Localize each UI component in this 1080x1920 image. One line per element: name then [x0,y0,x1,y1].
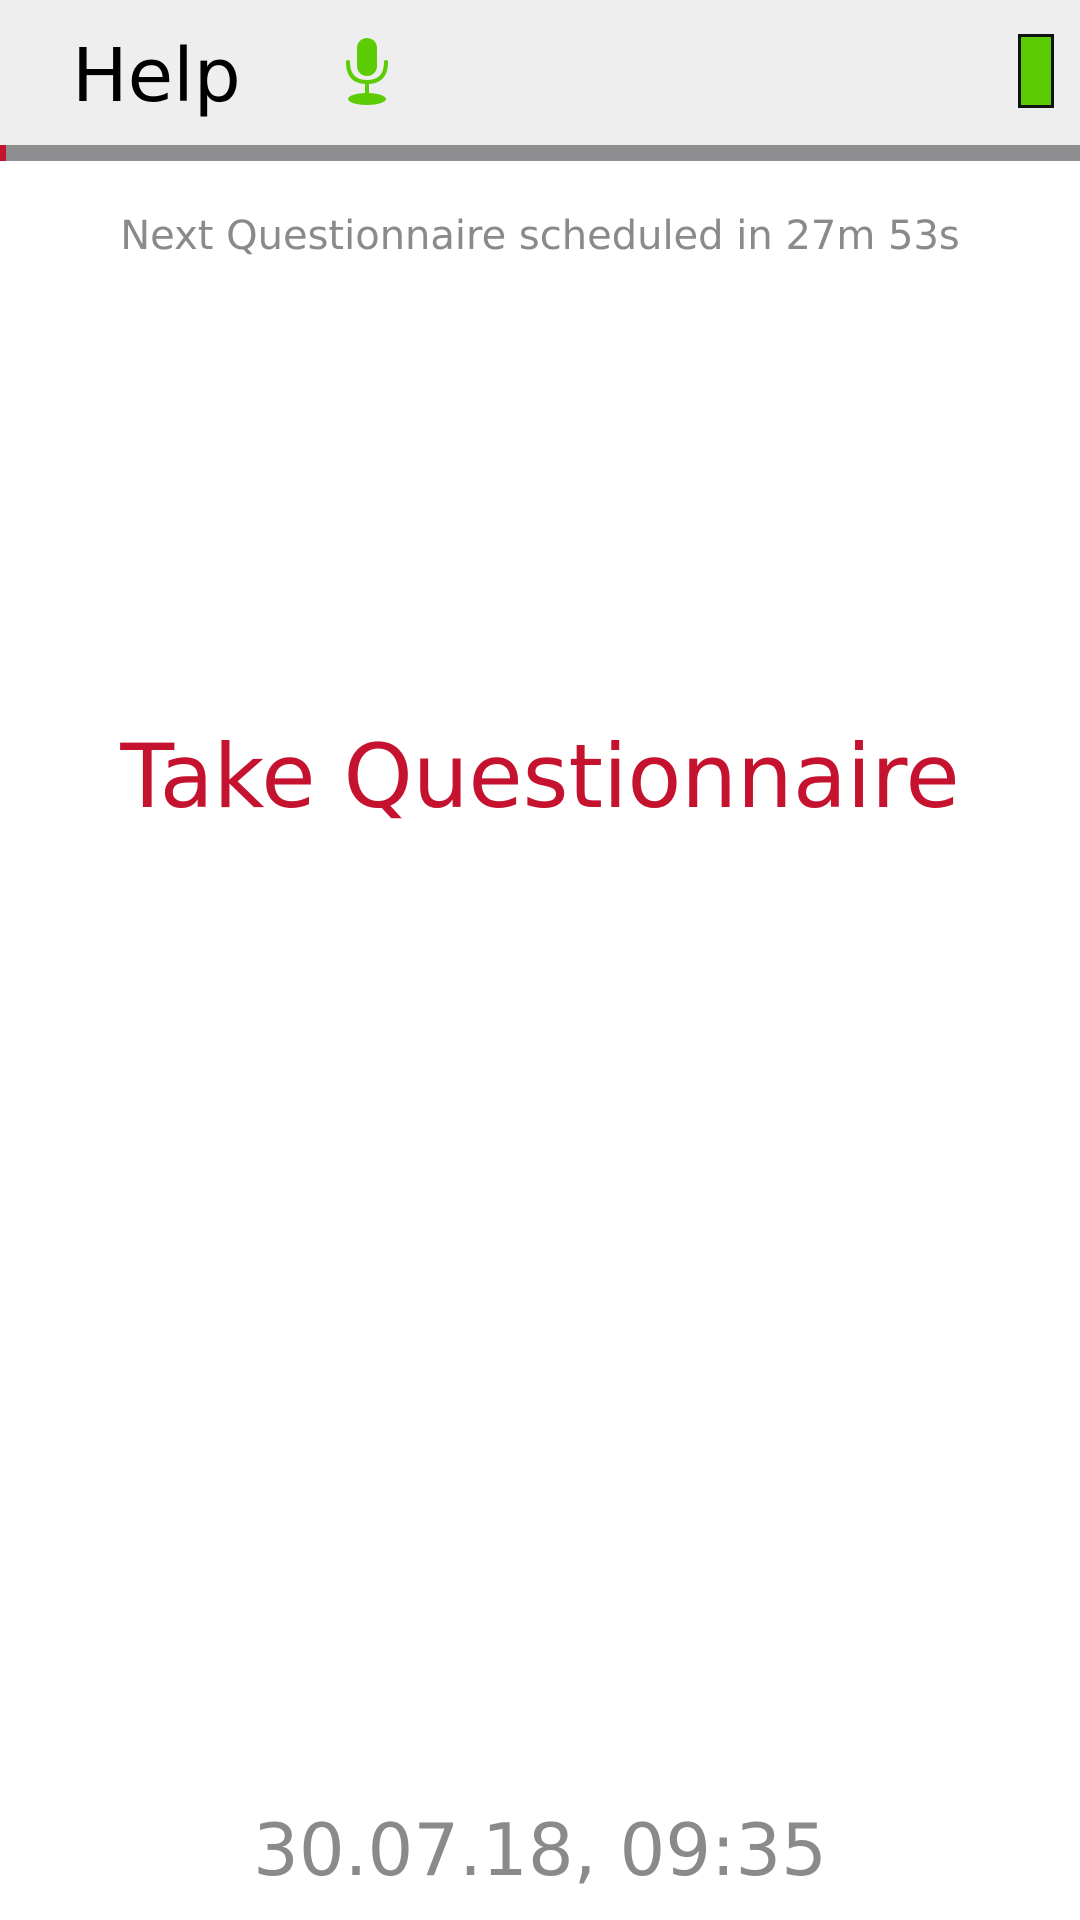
top-bar: Help [0,0,1080,145]
progress-bar [0,145,1080,161]
battery-icon [1018,34,1054,108]
microphone-icon[interactable] [336,36,398,108]
help-button[interactable]: Help [72,36,241,116]
next-questionnaire-status: Next Questionnaire scheduled in 27m 53s [120,213,960,259]
take-questionnaire-button[interactable]: Take Questionnaire [0,722,1080,832]
microphone-icon-graphic [346,38,388,105]
progress-bar-fill [0,145,7,161]
date-time-display: 30.07.18, 09:35 [253,1808,827,1892]
